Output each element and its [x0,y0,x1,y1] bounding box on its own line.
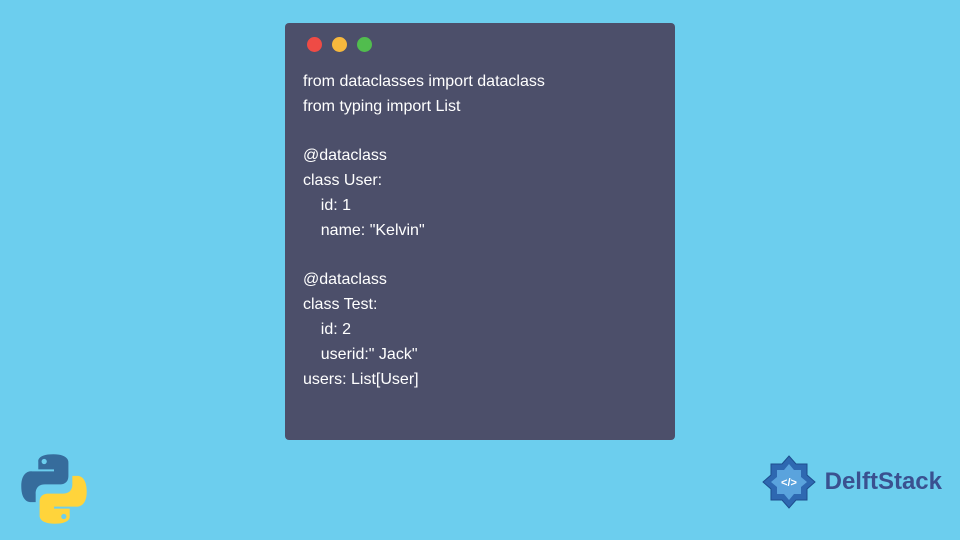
python-logo-icon [18,453,90,525]
delftstack-icon: </> [759,452,819,512]
minimize-icon [332,37,347,52]
brand-logo: </> DelftStack [759,452,942,512]
window-controls [303,37,657,52]
code-content: from dataclasses import dataclass from t… [303,70,657,392]
code-window: from dataclasses import dataclass from t… [285,23,675,440]
svg-text:</>: </> [781,477,797,489]
maximize-icon [357,37,372,52]
close-icon [307,37,322,52]
brand-name: DelftStack [825,468,942,496]
